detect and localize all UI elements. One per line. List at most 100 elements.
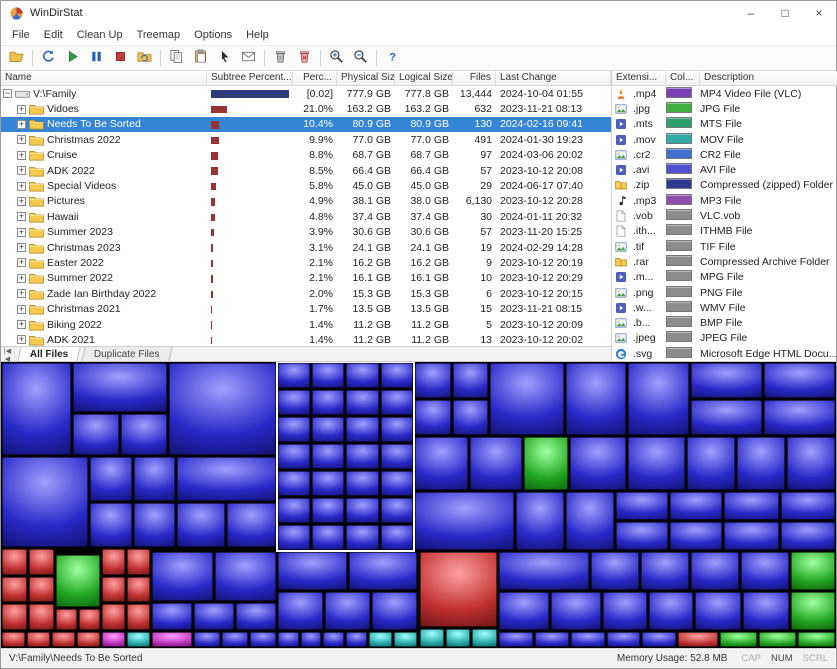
treemap-block[interactable] xyxy=(127,632,150,647)
treemap-region[interactable] xyxy=(569,436,686,490)
treemap-block[interactable] xyxy=(278,632,299,647)
treemap-region[interactable] xyxy=(677,631,719,648)
column-header-physical-size[interactable]: Physical Size xyxy=(337,71,395,85)
treemap-block[interactable] xyxy=(472,629,496,647)
treemap-block[interactable] xyxy=(346,417,378,442)
column-header-files[interactable]: Files xyxy=(453,71,496,85)
send-mail-button[interactable] xyxy=(237,48,260,69)
treemap-region[interactable] xyxy=(790,591,836,631)
expand-icon[interactable]: + xyxy=(17,228,26,237)
treemap-block[interactable] xyxy=(381,498,413,523)
tree-row-cruise[interactable]: +Cruise8.8%68.7 GB68.7 GB972024-03-06 20… xyxy=(1,148,611,163)
treemap-block[interactable] xyxy=(415,363,451,398)
menu-treemap[interactable]: Treemap xyxy=(130,29,188,41)
column-header-subtree-percent[interactable]: Subtree Percent... xyxy=(207,71,293,85)
expand-icon[interactable]: + xyxy=(17,105,26,114)
treemap-block[interactable] xyxy=(278,363,310,388)
treemap-block[interactable] xyxy=(566,492,614,550)
refresh-all-button[interactable] xyxy=(37,48,60,69)
treemap-region[interactable] xyxy=(89,502,177,548)
treemap-block[interactable] xyxy=(781,492,835,520)
treemap-region[interactable] xyxy=(1,548,55,631)
treemap-region[interactable] xyxy=(55,554,101,608)
treemap-block[interactable] xyxy=(2,549,27,575)
treemap-block[interactable] xyxy=(346,471,378,496)
treemap-block[interactable] xyxy=(177,457,275,501)
delete-permanently-button[interactable] xyxy=(293,48,316,69)
treemap-region[interactable] xyxy=(690,362,836,436)
expand-icon[interactable]: + xyxy=(17,120,26,129)
treemap-block[interactable] xyxy=(349,552,418,590)
column-header-extensi[interactable]: Extensi... xyxy=(612,71,666,85)
collapse-icon[interactable]: − xyxy=(3,89,12,98)
treemap-block[interactable] xyxy=(641,552,689,590)
treemap-block[interactable] xyxy=(312,390,344,415)
treemap-block[interactable] xyxy=(687,437,735,489)
treemap-region[interactable] xyxy=(151,631,193,648)
paste-button[interactable] xyxy=(189,48,212,69)
treemap-block[interactable] xyxy=(301,632,322,647)
treemap-block[interactable] xyxy=(591,552,639,590)
treemap-block[interactable] xyxy=(56,609,77,630)
expand-icon[interactable]: + xyxy=(17,151,26,160)
treemap-block[interactable] xyxy=(215,552,276,601)
treemap-block[interactable] xyxy=(470,437,522,489)
treemap-block[interactable] xyxy=(787,437,835,489)
treemap-region[interactable] xyxy=(615,491,724,551)
treemap-block[interactable] xyxy=(616,522,668,550)
treemap-region[interactable] xyxy=(101,548,151,631)
treemap-block[interactable] xyxy=(102,632,125,647)
extension-row-svg[interactable]: .svgMicrosoft Edge HTML Docu... xyxy=(612,346,837,361)
treemap-block[interactable] xyxy=(2,457,88,547)
treemap-block[interactable] xyxy=(278,552,347,590)
treemap-block[interactable] xyxy=(312,444,344,469)
treemap-region[interactable] xyxy=(723,491,836,551)
treemap-block[interactable] xyxy=(381,444,413,469)
treemap-block[interactable] xyxy=(499,552,589,590)
treemap-block[interactable] xyxy=(764,363,835,398)
expand-icon[interactable]: + xyxy=(17,320,26,329)
close-button[interactable]: × xyxy=(802,1,836,25)
treemap-block[interactable] xyxy=(127,604,150,630)
treemap-block[interactable] xyxy=(2,632,25,647)
treemap-region[interactable] xyxy=(1,362,72,456)
menu-options[interactable]: Options xyxy=(187,29,239,41)
treemap-region[interactable] xyxy=(72,413,168,456)
treemap-block[interactable] xyxy=(516,492,564,550)
treemap-block[interactable] xyxy=(415,437,467,489)
treemap-block[interactable] xyxy=(346,390,378,415)
treemap-block[interactable] xyxy=(346,498,378,523)
treemap-block[interactable] xyxy=(394,632,417,647)
treemap[interactable] xyxy=(1,362,836,648)
treemap-block[interactable] xyxy=(570,437,626,489)
tree-row-adk-2022[interactable]: +ADK 20228.5%66.4 GB66.4 GB572023-10-12 … xyxy=(1,163,611,178)
tab-scroll-0-button[interactable]: |◀ xyxy=(1,347,15,355)
extension-row-w[interactable]: .w...WMV File xyxy=(612,300,837,315)
extension-row-zip[interactable]: .zipCompressed (zipped) Folder xyxy=(612,178,837,193)
treemap-block[interactable] xyxy=(381,390,413,415)
treemap-region[interactable] xyxy=(168,362,277,456)
tree-row-zade-ian-birthday-2022[interactable]: +Zade Ian Birthday 20222.0%15.3 GB15.3 G… xyxy=(1,286,611,301)
treemap-block[interactable] xyxy=(194,632,220,647)
treemap-block[interactable] xyxy=(415,400,451,435)
treemap-block[interactable] xyxy=(29,549,54,575)
treemap-block[interactable] xyxy=(56,555,100,607)
treemap-block[interactable] xyxy=(791,592,835,630)
treemap-block[interactable] xyxy=(764,400,835,435)
treemap-region[interactable] xyxy=(368,631,418,648)
treemap-region[interactable] xyxy=(489,362,564,436)
treemap-region[interactable] xyxy=(1,631,101,648)
expand-icon[interactable]: + xyxy=(17,258,26,267)
treemap-region[interactable] xyxy=(515,491,615,551)
treemap-region[interactable] xyxy=(602,591,694,631)
treemap-region[interactable] xyxy=(176,456,276,502)
treemap-block[interactable] xyxy=(278,444,310,469)
treemap-region[interactable] xyxy=(719,631,836,648)
extension-row-jpeg[interactable]: .jpegJPEG File xyxy=(612,331,837,346)
zoom-out-button[interactable] xyxy=(349,48,372,69)
treemap-block[interactable] xyxy=(759,632,796,647)
treemap-block[interactable] xyxy=(781,522,835,550)
treemap-block[interactable] xyxy=(446,629,470,647)
treemap-block[interactable] xyxy=(415,492,513,550)
expand-icon[interactable]: + xyxy=(17,243,26,252)
